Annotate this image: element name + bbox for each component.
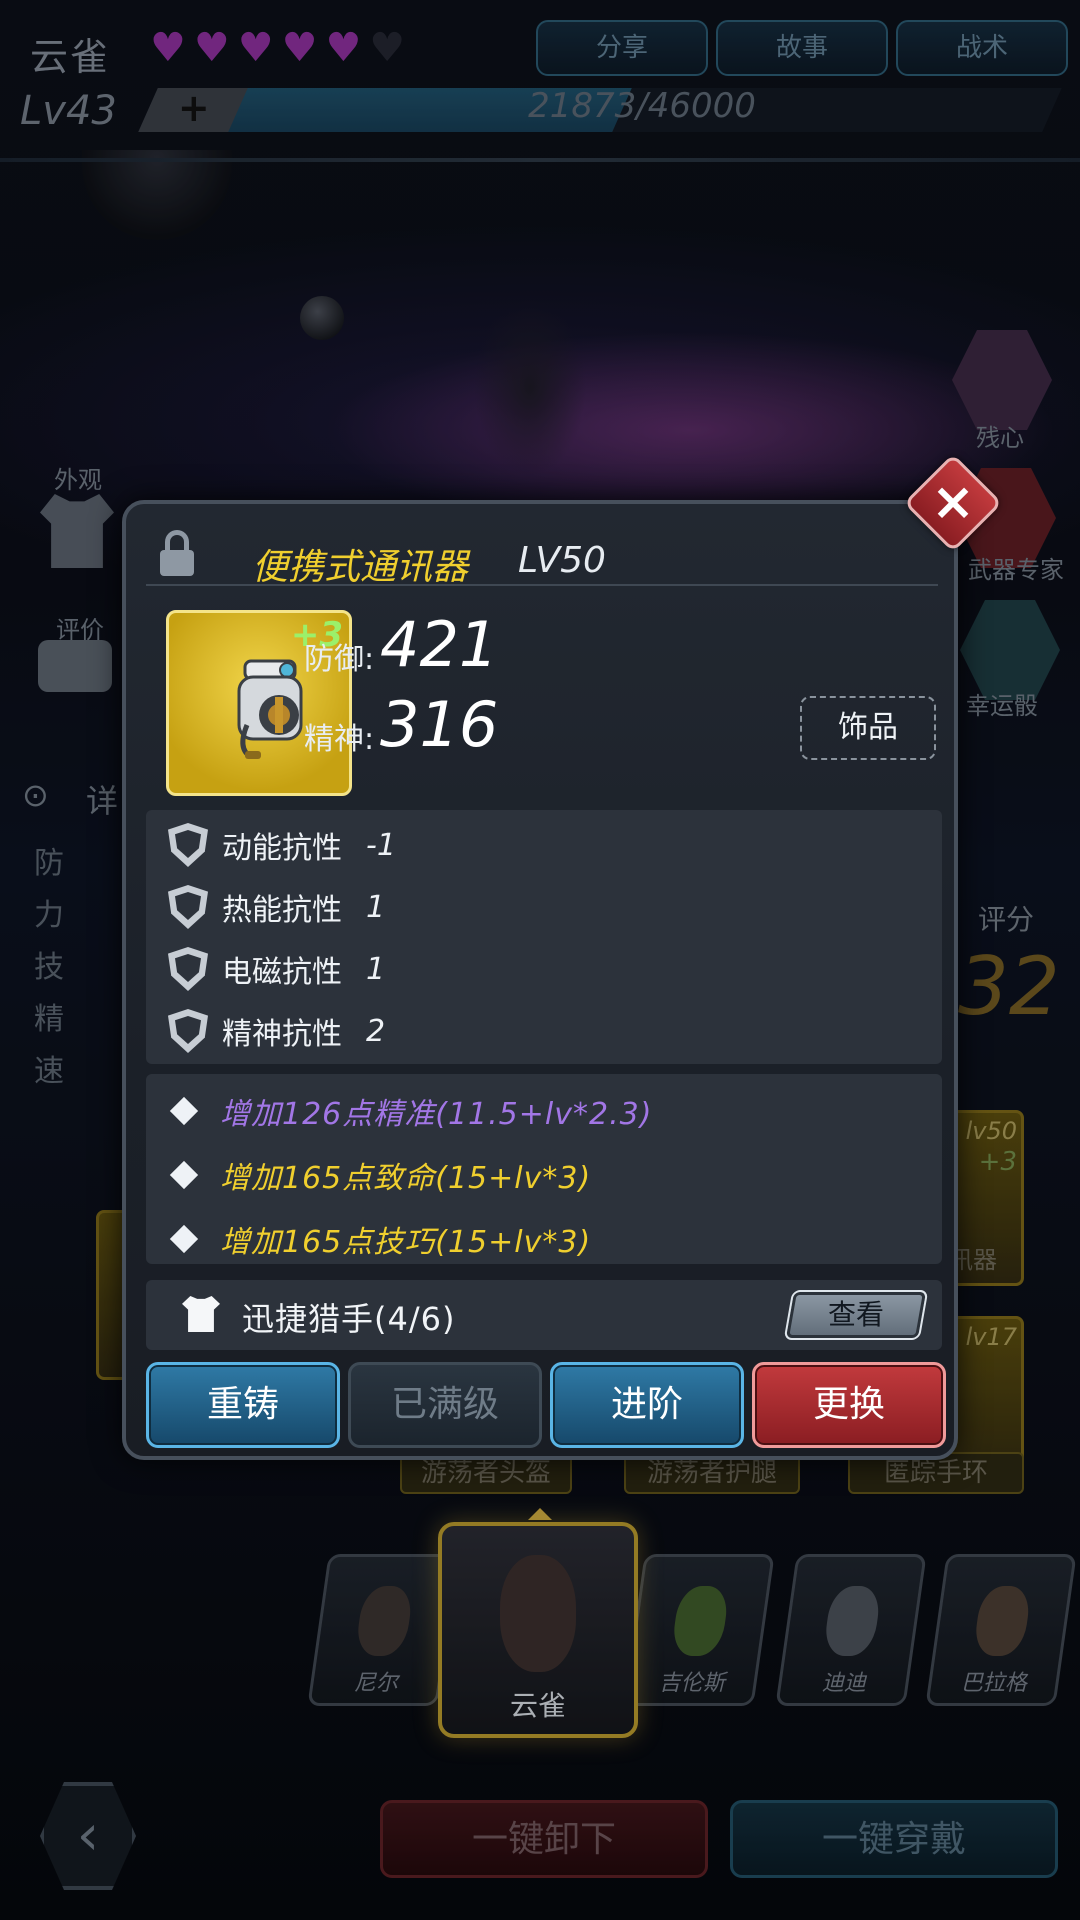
kinetic-resist-icon [168,823,208,867]
resistance-label: 动能抗性 [222,831,342,866]
equipment-set-row: 迅捷猎手(4/6) 查看 [146,1280,942,1350]
close-icon[interactable]: × [918,470,988,536]
bonus-panel: 增加126点精准(11.5+lv*2.3) 增加165点致命(15+lv*3) … [146,1074,942,1264]
reforge-button[interactable]: 重铸 [146,1362,340,1448]
thermal-resist-icon [168,885,208,929]
spirit-label: 精神: [304,722,375,757]
resistance-label: 电磁抗性 [222,955,342,990]
spirit-value: 316 [380,688,499,761]
resistance-label: 精神抗性 [222,1017,342,1052]
item-name: 便携式通讯器 [252,547,469,588]
unlock-icon[interactable] [160,530,194,576]
resistance-row: 热能抗性 1 [168,882,385,932]
resistance-value: -1 [366,827,396,863]
defense-value: 421 [380,608,499,681]
bonus-row: 增加165点技巧(15+lv*3) [168,1214,591,1264]
resistance-value: 1 [366,951,386,987]
resistance-value: 2 [366,1013,386,1049]
bonus-text: 增加165点技巧(15+lv*3) [220,1225,592,1260]
bonus-row: 增加126点精准(11.5+lv*2.3) [168,1086,652,1136]
item-detail-dialog: 便携式通讯器 LV50 +3 防御: 421 精神: 316 饰品 动能抗性 -… [122,500,958,1460]
replace-button[interactable]: 更换 [752,1362,946,1448]
diamond-bullet-icon [169,1160,199,1190]
item-type-tag: 饰品 [800,696,936,760]
defense-label: 防御: [304,642,375,677]
bonus-row: 增加165点致命(15+lv*3) [168,1150,591,1200]
resistance-row: 动能抗性 -1 [168,820,396,870]
diamond-bullet-icon [169,1224,199,1254]
resistance-value: 1 [366,889,386,925]
view-set-label[interactable]: 查看 [788,1292,924,1342]
resistance-panel: 动能抗性 -1 热能抗性 1 电磁抗性 1 精神抗性 2 [146,810,942,1064]
em-resist-icon [168,947,208,991]
bonus-text: 增加165点致命(15+lv*3) [220,1161,592,1196]
bonus-text: 增加126点精准(11.5+lv*2.3) [220,1097,653,1132]
item-level: LV50 [518,540,606,581]
set-name: 迅捷猎手(4/6) [242,1300,456,1338]
resistance-row: 精神抗性 2 [168,1006,385,1056]
title-divider [146,584,938,586]
diamond-bullet-icon [169,1096,199,1126]
resistance-label: 热能抗性 [222,893,342,928]
lock-body [160,550,194,576]
communicator-icon [237,659,303,760]
tshirt-icon [182,1296,220,1332]
max-level-button: 已满级 [348,1362,542,1448]
resistance-row: 电磁抗性 1 [168,944,385,994]
mental-resist-icon [168,1009,208,1053]
advance-button[interactable]: 进阶 [550,1362,744,1448]
